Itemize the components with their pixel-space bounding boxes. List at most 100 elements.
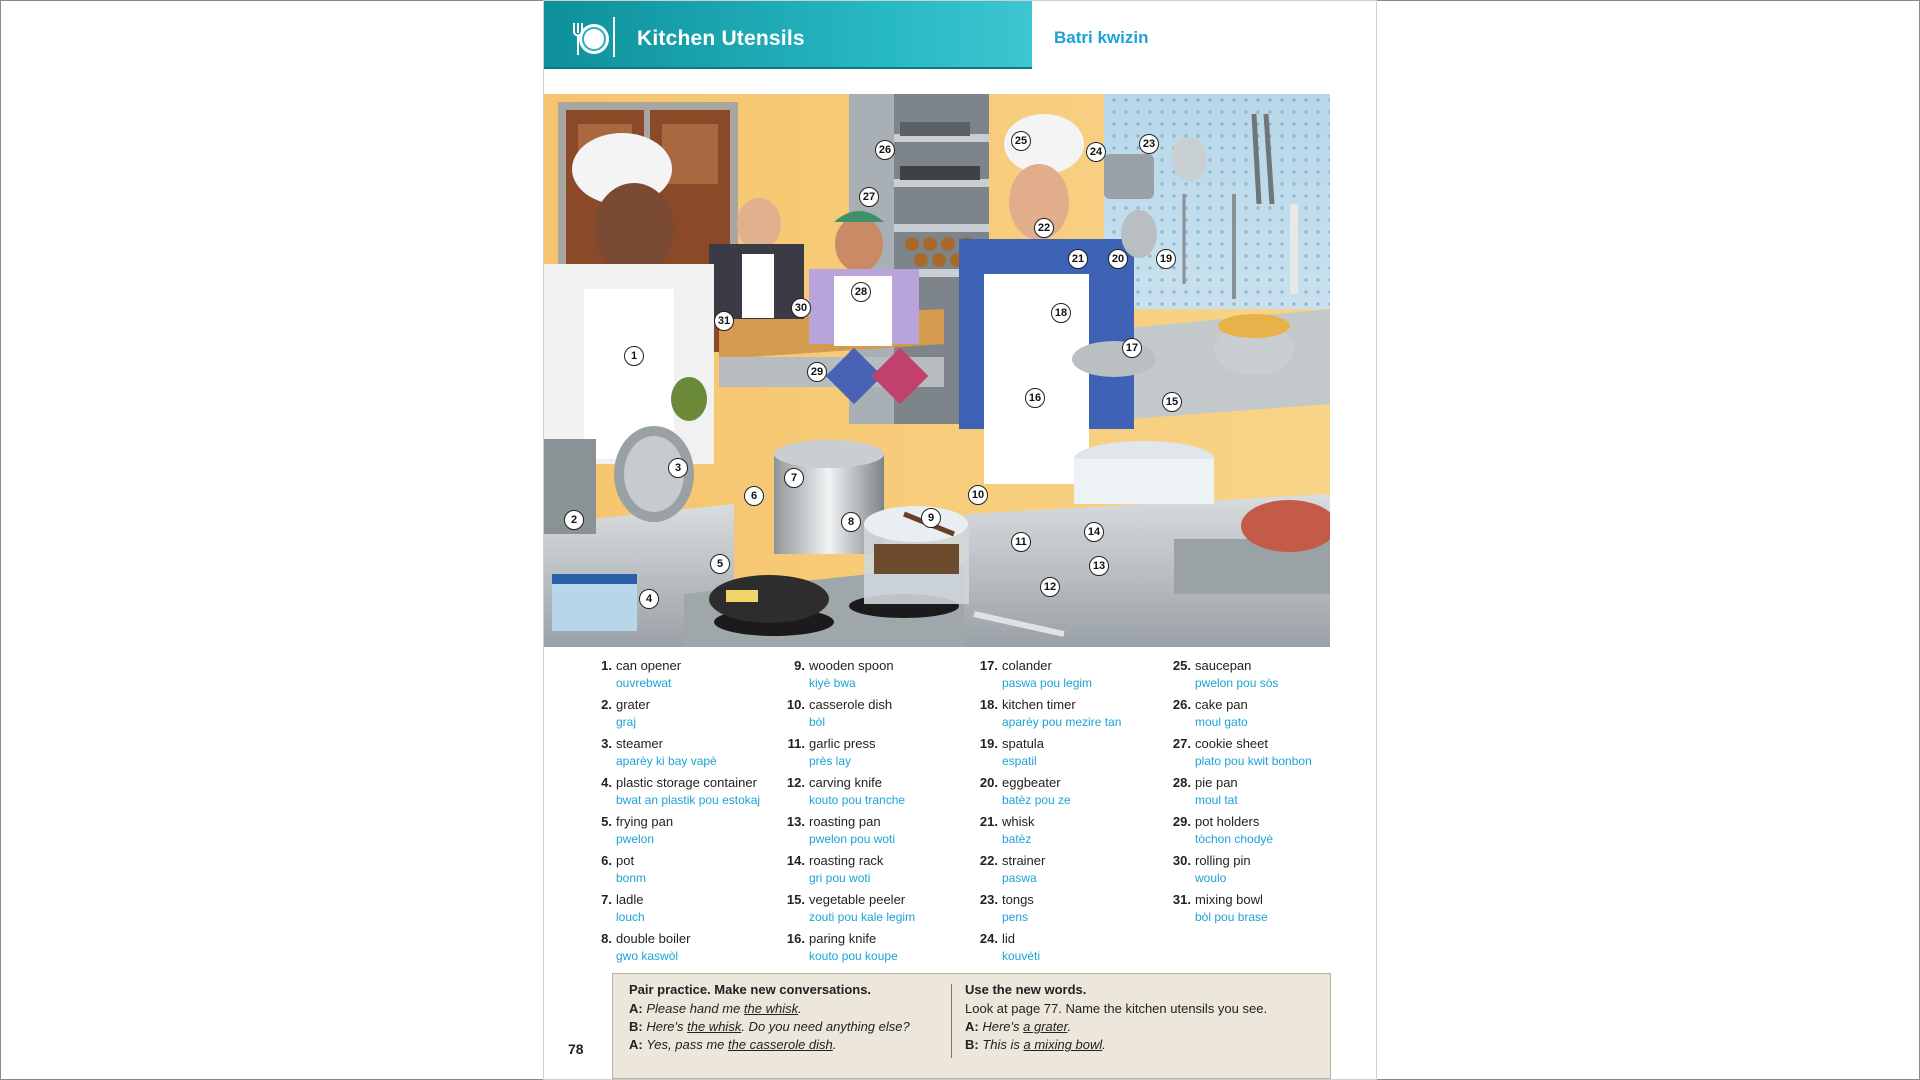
- vocab-english: roasting rack: [809, 853, 884, 868]
- line-underlined: a mixing bowl: [1023, 1037, 1103, 1052]
- vocab-english: roasting pan: [809, 814, 881, 829]
- vocab-translation: gwo kaswòl: [616, 949, 679, 963]
- vocab-translation: aparèy pou mezire tan: [1002, 715, 1122, 729]
- vocab-number: 19.: [979, 736, 998, 751]
- vocab-english: wooden spoon: [809, 658, 894, 673]
- vocab-column-1: 1. can opener ouvrebwat 2. grater graj 3. ste…: [584, 656, 774, 968]
- page-title: Kitchen Utensils: [637, 27, 805, 50]
- vocab-translation: gri pou woti: [809, 871, 871, 885]
- line-underlined: the casserole dish: [728, 1037, 833, 1052]
- vocab-english: tongs: [1002, 892, 1034, 907]
- vocab-english: frying pan: [616, 814, 674, 829]
- callout-30: 30: [791, 298, 811, 318]
- vocab-translation: bonm: [616, 871, 647, 885]
- vocab-translation: bòl: [809, 715, 826, 729]
- vocab-number: 24.: [979, 931, 998, 946]
- callout-6: 6: [744, 486, 764, 506]
- vocab-item: 16. paring knife kouto pou koupe: [777, 929, 967, 968]
- callout-17: 17: [1122, 338, 1142, 358]
- speaker-label: B:: [629, 1019, 643, 1034]
- callout-27: 27: [859, 187, 879, 207]
- vocab-item: 13. roasting pan pwelon pou woti: [777, 812, 967, 851]
- vocab-translation: près lay: [809, 754, 852, 768]
- dialogue-line: B: This is a mixing bowl.: [965, 1037, 1106, 1052]
- line-text: Here's: [982, 1019, 1024, 1034]
- vocab-number: 3.: [601, 736, 612, 751]
- kitchen-scene-image: [544, 94, 1330, 647]
- window-frame-left: [0, 0, 1, 1080]
- vocab-number: 1.: [601, 658, 612, 673]
- vocab-number: 4.: [601, 775, 612, 790]
- vocab-translation: zouti pou kale legim: [809, 910, 916, 924]
- vocab-item: 3. steamer aparèy ki bay vapè: [584, 734, 774, 773]
- vocab-item: 30. rolling pin woulo: [1163, 851, 1353, 890]
- page-header-banner: Kitchen Utensils: [544, 1, 1032, 69]
- vocab-item: 10. casserole dish bòl: [777, 695, 967, 734]
- callout-13: 13: [1089, 556, 1109, 576]
- vocab-number: 12.: [786, 775, 805, 790]
- new-words-intro: Look at page 77. Name the kitchen utensi…: [965, 1001, 1268, 1016]
- vocab-item: 22. strainer paswa: [970, 851, 1160, 890]
- vocab-item: 2. grater graj: [584, 695, 774, 734]
- kitchen-illustration: 1 2 3 4 5 6 7 8 9 10 11 12 13 14 15 16 1…: [544, 94, 1330, 647]
- vocab-translation: espatil: [1002, 754, 1037, 768]
- practice-divider: [951, 984, 952, 1058]
- line-text: Yes, pass me: [646, 1037, 728, 1052]
- vocab-item: 7. ladle louch: [584, 890, 774, 929]
- vocab-number: 11.: [787, 736, 805, 751]
- dictionary-page: Kitchen Utensils Batri kwizin 1 2 3 4 5 …: [544, 1, 1376, 1079]
- vocab-english: can opener: [616, 658, 682, 673]
- vocab-item: 19. spatula espatil: [970, 734, 1160, 773]
- vocab-number: 28.: [1172, 775, 1191, 790]
- vocab-item: 15. vegetable peeler zouti pou kale legim: [777, 890, 967, 929]
- new-words-title: Use the new words.: [965, 982, 1087, 997]
- vocab-translation: moul tat: [1195, 793, 1238, 807]
- callout-23: 23: [1139, 134, 1159, 154]
- vocab-english: pot: [616, 853, 635, 868]
- vocab-translation: plato pou kwit bonbon: [1195, 754, 1312, 768]
- vocab-item: 4. plastic storage container bwat an plast…: [584, 773, 774, 812]
- vocab-translation: bwat an plastik pou estokaj: [616, 793, 761, 807]
- vocab-item: 12. carving knife kouto pou tranche: [777, 773, 967, 812]
- dialogue-line: A: Please hand me the whisk.: [629, 1001, 802, 1016]
- vocab-item: 20. eggbeater batèz pou ze: [970, 773, 1160, 812]
- vocab-english: cake pan: [1195, 697, 1248, 712]
- callout-16: 16: [1025, 388, 1045, 408]
- vocab-translation: pwelon pou sòs: [1195, 676, 1279, 690]
- vocab-number: 16.: [786, 931, 805, 946]
- vocab-item: 24. lid kouvèti: [970, 929, 1160, 968]
- vocab-item: 14. roasting rack gri pou woti: [777, 851, 967, 890]
- page-title-translation: Batri kwizin: [1054, 28, 1149, 47]
- vocab-english: casserole dish: [809, 697, 893, 712]
- vocab-number: 25.: [1172, 658, 1191, 673]
- vocab-item: 28. pie pan moul tat: [1163, 773, 1353, 812]
- vocab-english: eggbeater: [1002, 775, 1061, 790]
- line-text: .: [798, 1001, 802, 1016]
- vocab-translation: louch: [616, 910, 645, 924]
- vocab-number: 5.: [601, 814, 612, 829]
- callout-20: 20: [1108, 249, 1128, 269]
- vocab-english: lid: [1002, 931, 1016, 946]
- header-separator: [613, 17, 615, 57]
- line-text: . Do you need anything else?: [741, 1019, 910, 1034]
- vocab-column-4: 25. saucepan pwelon pou sòs 26. cake pan mou…: [1163, 656, 1353, 929]
- page-number: 78: [568, 1041, 584, 1057]
- vocab-item: 8. double boiler gwo kaswòl: [584, 929, 774, 968]
- vocab-item: 9. wooden spoon kiyè bwa: [777, 656, 967, 695]
- callout-1: 1: [624, 346, 644, 366]
- vocab-english: kitchen timer: [1002, 697, 1076, 712]
- vocab-column-2: 9. wooden spoon kiyè bwa 10. casserole dish…: [777, 656, 967, 968]
- vocab-number: 26.: [1172, 697, 1191, 712]
- callout-19: 19: [1156, 249, 1176, 269]
- callout-12: 12: [1040, 577, 1060, 597]
- vocab-number: 9.: [794, 658, 805, 673]
- callout-28: 28: [851, 282, 871, 302]
- dialogue-line: B: Here's the whisk. Do you need anythin…: [629, 1019, 910, 1034]
- vocab-translation: woulo: [1195, 871, 1227, 885]
- vocab-translation: batèz pou ze: [1002, 793, 1071, 807]
- callout-2: 2: [564, 510, 584, 530]
- vocab-english: mixing bowl: [1195, 892, 1263, 907]
- vocab-translation: kouvèti: [1002, 949, 1041, 963]
- vocab-column-3: 17. colander paswa pou legim 18. kitchen ti…: [970, 656, 1160, 968]
- vocab-english: vegetable peeler: [809, 892, 906, 907]
